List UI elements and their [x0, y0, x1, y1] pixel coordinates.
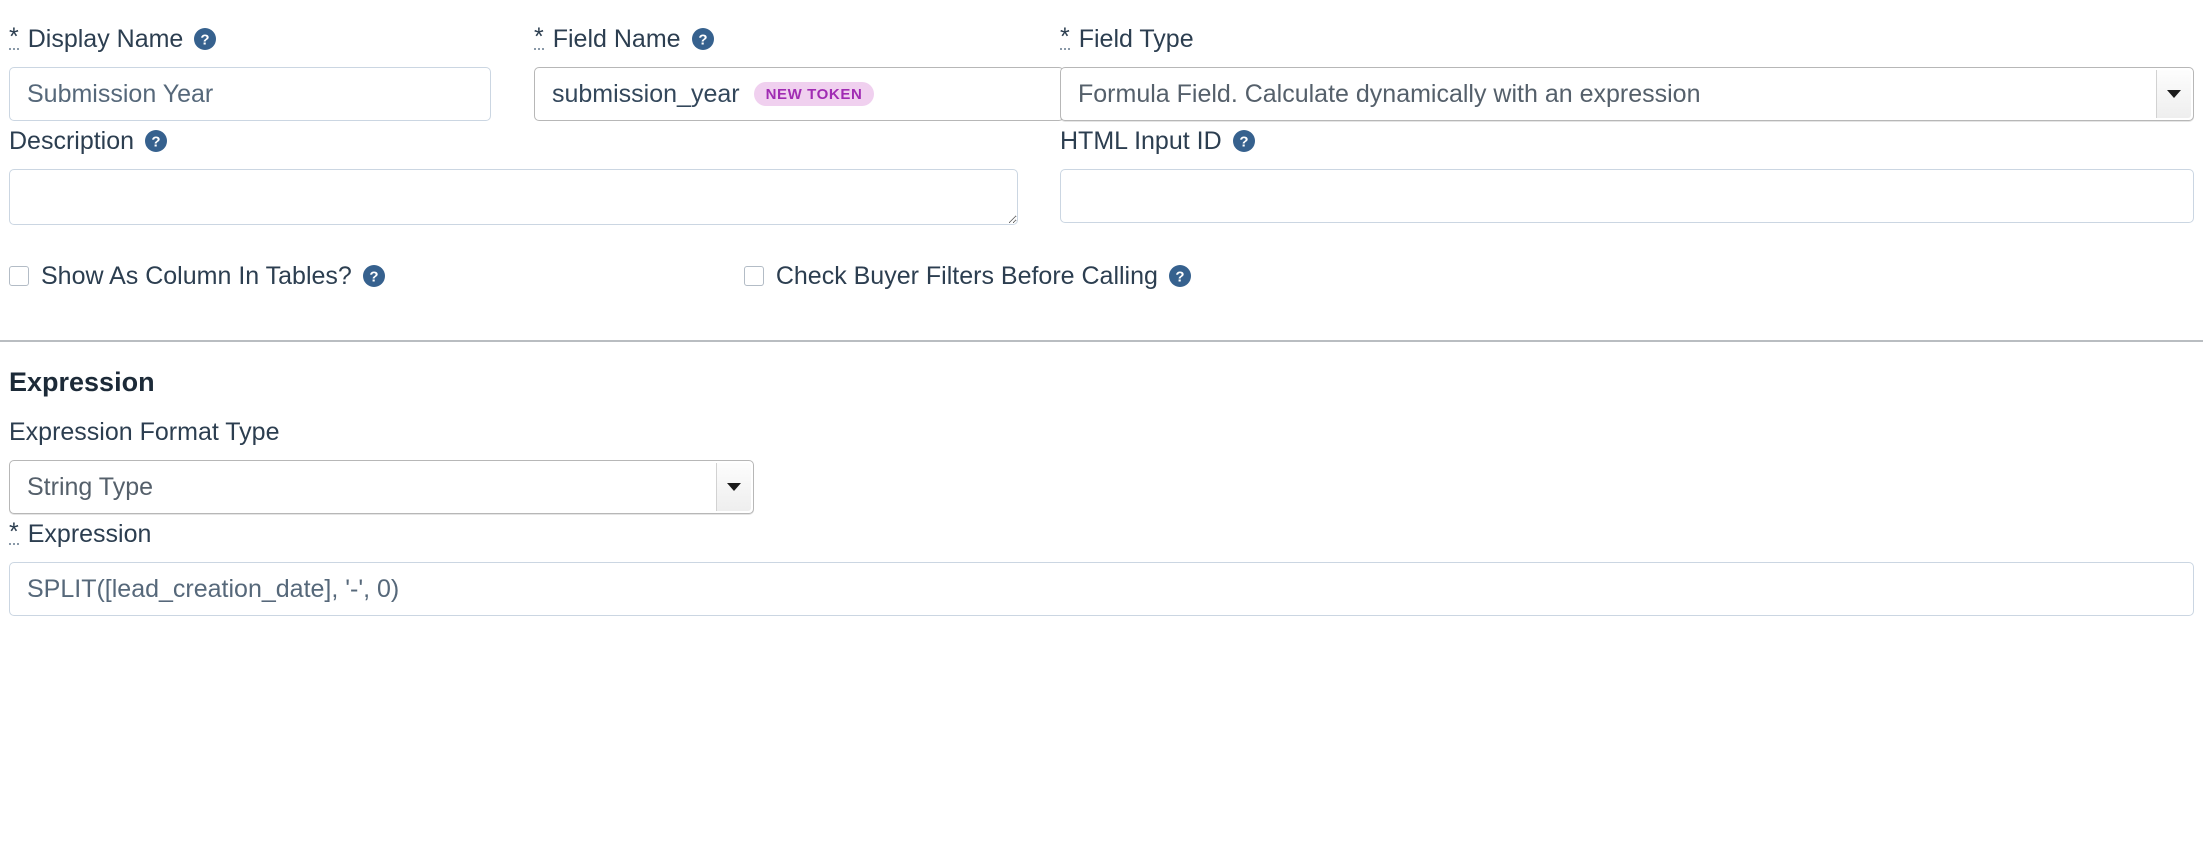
check-buyer-filters-checkbox[interactable]	[743, 266, 764, 286]
help-circle-icon[interactable]: ?	[691, 27, 715, 51]
field-name-input[interactable]: submission_year NEW TOKEN	[534, 67, 1064, 121]
svg-text:?: ?	[1175, 269, 1184, 286]
help-circle-icon[interactable]: ?	[1168, 264, 1192, 288]
checkbox-row: Show As Column In Tables? ? Check Buyer …	[9, 262, 1209, 290]
help-circle-icon[interactable]: ?	[144, 129, 168, 153]
html-input-id-input[interactable]	[1060, 169, 2194, 223]
expression-label: * Expression	[9, 519, 2194, 549]
expression-section-title: Expression	[9, 367, 155, 397]
field-name-field-group: * Field Name ? submission_year NEW TOKEN	[534, 24, 1064, 121]
required-asterisk: *	[9, 23, 19, 51]
expression-format-type-group: Expression Format Type String Type	[9, 417, 754, 519]
check-buyer-filters-checkbox-item[interactable]: Check Buyer Filters Before Calling ?	[743, 262, 1192, 290]
show-as-column-checkbox[interactable]	[9, 266, 29, 286]
description-textarea[interactable]	[9, 169, 1018, 225]
section-divider	[0, 340, 2203, 342]
required-asterisk: *	[1060, 23, 1070, 51]
field-type-label-text: Field Type	[1078, 25, 1194, 53]
new-token-badge: NEW TOKEN	[753, 82, 875, 106]
help-circle-icon[interactable]: ?	[362, 264, 386, 288]
required-asterisk: *	[534, 23, 544, 51]
show-as-column-label: Show As Column In Tables?	[41, 262, 352, 290]
expression-field-group: * Expression	[9, 519, 2194, 616]
required-asterisk: *	[9, 518, 19, 546]
svg-text:?: ?	[201, 32, 210, 49]
description-label-text: Description	[9, 127, 135, 155]
field-type-selected-value: Formula Field. Calculate dynamically wit…	[1078, 79, 1701, 108]
svg-text:?: ?	[698, 32, 707, 49]
description-field-group: Description ?	[9, 126, 1018, 230]
field-name-label-text: Field Name	[552, 25, 681, 53]
svg-text:?: ?	[369, 269, 378, 286]
field-editor-form: * Display Name ? * Field Name ?	[0, 0, 2203, 864]
check-buyer-filters-label: Check Buyer Filters Before Calling	[775, 262, 1158, 290]
display-name-input[interactable]	[9, 67, 491, 121]
expression-input[interactable]	[9, 562, 2194, 616]
field-type-field-group: * Field Type Formula Field. Calculate dy…	[1060, 24, 2194, 126]
html-input-id-label-text: HTML Input ID	[1060, 127, 1222, 155]
field-name-value: submission_year	[552, 79, 740, 108]
description-label: Description ?	[9, 126, 1018, 156]
display-name-label-text: Display Name	[27, 25, 184, 53]
caret-down-icon[interactable]	[2156, 70, 2191, 118]
help-circle-icon[interactable]: ?	[193, 27, 217, 51]
svg-text:?: ?	[1239, 134, 1248, 151]
field-type-label: * Field Type	[1060, 24, 2194, 54]
html-input-id-label: HTML Input ID ?	[1060, 126, 2194, 156]
expression-format-type-selected-value: String Type	[27, 472, 154, 501]
svg-text:?: ?	[151, 134, 160, 151]
field-type-select[interactable]: Formula Field. Calculate dynamically wit…	[1060, 67, 2194, 121]
html-input-id-field-group: HTML Input ID ?	[1060, 126, 2194, 223]
expression-format-type-label: Expression Format Type	[9, 417, 754, 447]
help-circle-icon[interactable]: ?	[1232, 129, 1256, 153]
display-name-field-group: * Display Name ?	[9, 24, 491, 121]
expression-format-type-label-text: Expression Format Type	[9, 418, 280, 446]
show-as-column-checkbox-item[interactable]: Show As Column In Tables? ?	[9, 262, 386, 290]
caret-down-icon[interactable]	[716, 463, 751, 511]
expression-format-type-select[interactable]: String Type	[9, 460, 754, 514]
field-name-label: * Field Name ?	[534, 24, 1064, 54]
expression-label-text: Expression	[27, 520, 152, 548]
display-name-label: * Display Name ?	[9, 24, 491, 54]
